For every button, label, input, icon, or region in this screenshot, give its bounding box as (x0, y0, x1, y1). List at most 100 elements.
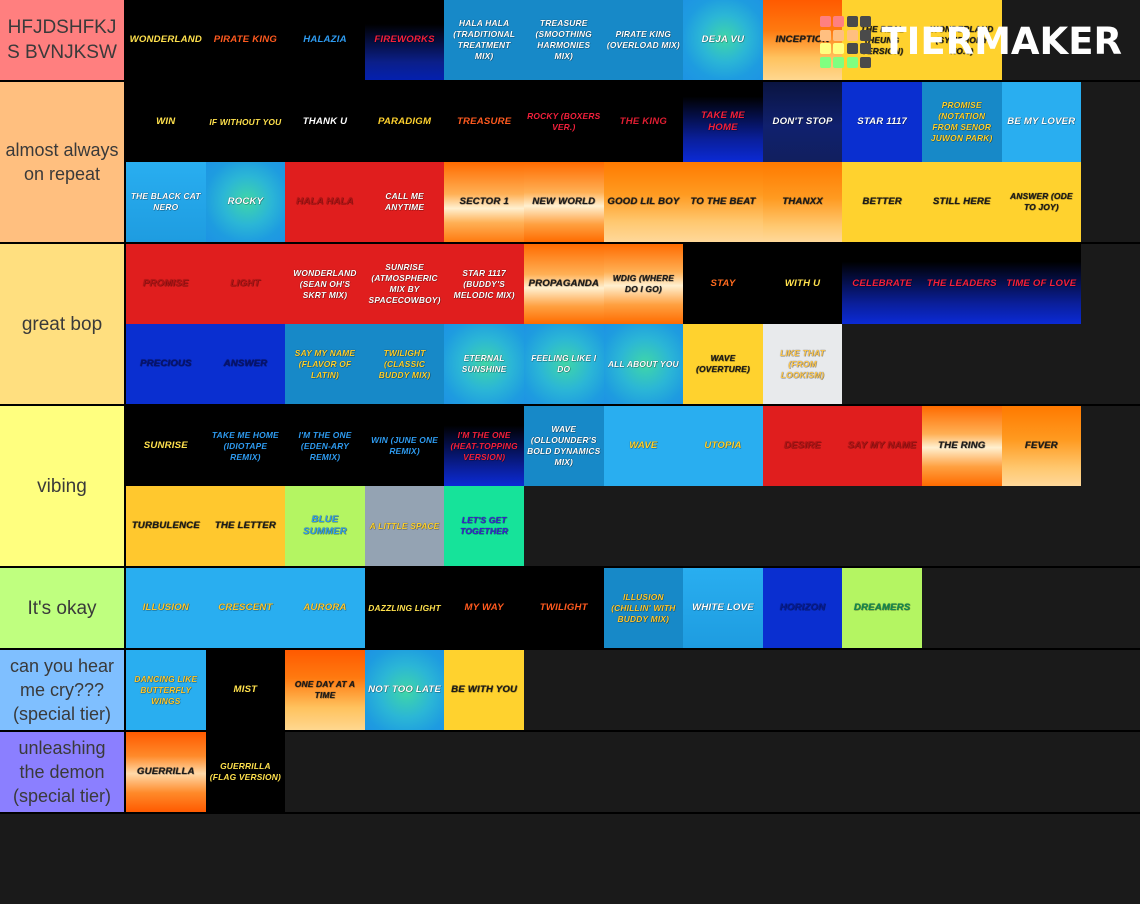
tier-item[interactable]: FIREWORKS (364, 0, 445, 80)
tier-items[interactable]: ILLUSION CRESCENT AURORA DAZZLING LIGHT MY W… (126, 568, 1140, 648)
tier-item[interactable]: I'M THE ONE (EDEN-ARY REMIX) (285, 406, 365, 486)
tier-label[interactable]: almost always on repeat (0, 82, 126, 242)
tier-item[interactable]: LIGHT (205, 244, 286, 324)
tier-item[interactable]: CRESCENT (205, 568, 286, 648)
tier-item[interactable]: CALL ME ANYTIME (364, 162, 445, 242)
tier-item[interactable]: ETERNAL SUNSHINE (444, 324, 524, 404)
tier-item[interactable]: STILL HERE (921, 162, 1002, 242)
tier-item[interactable]: THANK U (285, 82, 365, 162)
tier-item[interactable]: THE KING (603, 82, 684, 162)
tier-item[interactable]: GOOD LIL BOY (603, 162, 684, 242)
tier-item[interactable]: TREASURE (444, 82, 524, 162)
tier-item[interactable]: HALA HALA (285, 162, 365, 242)
tier-item[interactable]: WONDERLAND (SEAN OH'S SKRT MIX) (285, 244, 365, 324)
tier-item[interactable]: DEJA VU (683, 0, 763, 80)
tier-item[interactable]: BE WITH YOU (444, 650, 524, 730)
tier-item[interactable]: BLUE SUMMER (285, 486, 365, 566)
tier-item[interactable]: DREAMERS (842, 568, 922, 648)
tier-item[interactable]: WAVE (603, 406, 684, 486)
tier-item[interactable]: HALA HALA (TRADITIONAL TREATMENT MIX) (444, 0, 524, 80)
tier-label[interactable]: It's okay (0, 568, 126, 648)
tier-item[interactable]: SECTOR 1 (444, 162, 524, 242)
tier-item[interactable]: ALL ABOUT YOU (603, 324, 684, 404)
tier-item[interactable]: SUNRISE (ATMOSPHERIC MIX BY SPACECOWBOY) (364, 244, 445, 324)
tier-item[interactable]: THE RING (921, 406, 1002, 486)
tier-item[interactable]: WAVE (OLLOUNDER'S BOLD DYNAMICS MIX) (523, 406, 604, 486)
tier-item[interactable]: WDIG (WHERE DO I GO) (603, 244, 684, 324)
tier-item[interactable]: ROCKY (205, 162, 286, 242)
tier-items[interactable]: PROMISE LIGHT WONDERLAND (SEAN OH'S SKRT M… (126, 244, 1140, 404)
tier-item[interactable]: BE MY LOVER (1001, 82, 1082, 162)
tier-item[interactable]: UTOPIA (683, 406, 763, 486)
tier-item[interactable]: HORIZON (762, 568, 843, 648)
tier-item[interactable]: ANSWER (ODE TO JOY) (1001, 162, 1082, 242)
tier-item[interactable]: LIKE THAT (FROM LOOKISM) (762, 324, 843, 404)
tiermaker-logo[interactable]: TIERMAKER (819, 16, 1122, 68)
tier-item[interactable]: WAVE (OVERTURE) (683, 324, 763, 404)
tier-item[interactable]: TREASURE (SMOOTHING HARMONIES MIX) (523, 0, 604, 80)
tier-item[interactable]: FEVER (1001, 406, 1082, 486)
tier-item[interactable]: BETTER (842, 162, 922, 242)
tier-item[interactable]: TAKE ME HOME (683, 82, 763, 162)
tier-item[interactable]: NOT TOO LATE (364, 650, 445, 730)
tier-item[interactable]: ANSWER (205, 324, 286, 404)
tier-item[interactable]: TIME OF LOVE (1001, 244, 1082, 324)
tier-item[interactable]: GUERRILLA (126, 732, 206, 812)
tier-item[interactable]: THE BLACK CAT NERO (126, 162, 206, 242)
tier-item[interactable]: CELEBRATE (842, 244, 922, 324)
tier-items[interactable]: DANCING LIKE BUTTERFLY WINGS MIST ONE DAY … (126, 650, 1140, 730)
tier-item[interactable]: SUNRISE (126, 406, 206, 486)
tier-item[interactable]: ILLUSION (CHILLIN' WITH BUDDY MIX) (603, 568, 684, 648)
tier-item[interactable]: PROMISE (126, 244, 206, 324)
tier-item[interactable]: TWILIGHT (CLASSIC BUDDY MIX) (364, 324, 445, 404)
tier-item[interactable]: PROMISE (NOTATION FROM SENOR JUWON PARK) (921, 82, 1002, 162)
tier-item[interactable]: THANXX (762, 162, 843, 242)
tier-items[interactable]: SUNRISE TAKE ME HOME (IDIOTAPE REMIX) I'M … (126, 406, 1140, 566)
tier-item[interactable]: WONDERLAND (126, 0, 206, 80)
tier-item[interactable]: LET'S GET TOGETHER (444, 486, 524, 566)
tier-item[interactable]: A LITTLE SPACE (364, 486, 445, 566)
tier-item[interactable]: WHITE LOVE (683, 568, 763, 648)
tier-item[interactable]: WITH U (762, 244, 843, 324)
tier-item[interactable]: TO THE BEAT (683, 162, 763, 242)
tier-item[interactable]: ROCKY (BOXERS VER.) (523, 82, 604, 162)
tier-item[interactable]: WIN (126, 82, 206, 162)
tier-item[interactable]: DON'T STOP (762, 82, 843, 162)
tier-item[interactable]: PIRATE KING (205, 0, 286, 80)
tier-item[interactable]: THE LETTER (205, 486, 286, 566)
tier-item[interactable]: STAR 1117 (842, 82, 922, 162)
tier-item[interactable]: ONE DAY AT A TIME (285, 650, 365, 730)
tier-label[interactable]: can you hear me cry??? (special tier) (0, 650, 126, 730)
tier-label[interactable]: unleashing the demon (special tier) (0, 732, 126, 812)
tier-item[interactable]: FEELING LIKE I DO (523, 324, 604, 404)
tier-items[interactable]: GUERRILLA GUERRILLA (FLAG VERSION) (126, 732, 1140, 812)
tier-item[interactable]: IF WITHOUT YOU (205, 82, 286, 162)
tier-label[interactable]: HFJDSHFKJS BVNJKSW (0, 0, 126, 80)
tier-item[interactable]: TURBULENCE (126, 486, 206, 566)
tier-item[interactable]: PROPAGANDA (523, 244, 604, 324)
tier-item[interactable]: AURORA (285, 568, 365, 648)
tier-item[interactable]: WIN (JUNE ONE REMIX) (364, 406, 445, 486)
tier-item[interactable]: HALAZIA (285, 0, 365, 80)
tier-item[interactable]: NEW WORLD (523, 162, 604, 242)
tier-item[interactable]: MIST (205, 650, 286, 730)
tier-item[interactable]: PRECIOUS (126, 324, 206, 404)
tier-item[interactable]: STAR 1117 (BUDDY'S MELODIC MIX) (444, 244, 524, 324)
tier-item[interactable]: THE LEADERS (921, 244, 1002, 324)
tier-item[interactable]: TAKE ME HOME (IDIOTAPE REMIX) (205, 406, 286, 486)
tier-item[interactable]: PARADIGM (364, 82, 445, 162)
tier-item[interactable]: DESIRE (762, 406, 843, 486)
tier-item[interactable]: SAY MY NAME (842, 406, 922, 486)
tier-item[interactable]: PIRATE KING (OVERLOAD MIX) (603, 0, 684, 80)
tier-label[interactable]: great bop (0, 244, 126, 404)
tier-item[interactable]: STAY (683, 244, 763, 324)
tier-item[interactable]: ILLUSION (126, 568, 206, 648)
tier-item[interactable]: I'M THE ONE (HEAT-TOPPING VERSION) (444, 406, 524, 486)
tier-item[interactable]: DAZZLING LIGHT (364, 568, 445, 648)
tier-item[interactable]: GUERRILLA (FLAG VERSION) (205, 732, 286, 812)
tier-label[interactable]: vibing (0, 406, 126, 566)
tier-item[interactable]: MY WAY (444, 568, 524, 648)
tier-items[interactable]: WIN IF WITHOUT YOU THANK U PARADIGM TREASURE… (126, 82, 1140, 242)
tier-item[interactable]: DANCING LIKE BUTTERFLY WINGS (126, 650, 206, 730)
tier-item[interactable]: SAY MY NAME (FLAVOR OF LATIN) (285, 324, 365, 404)
